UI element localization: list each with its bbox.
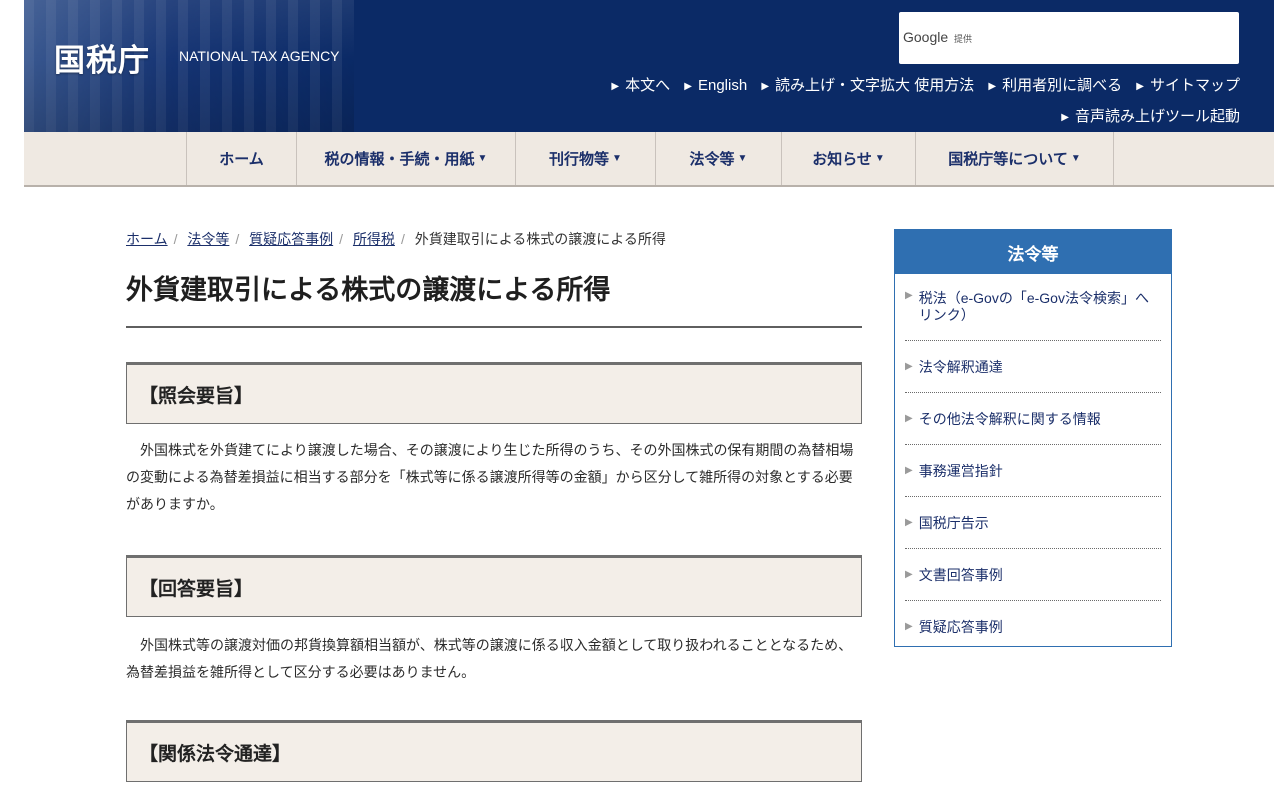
sidebar-item-written-answers[interactable]: ▶ 文書回答事例 (905, 549, 1161, 601)
chevron-right-icon: ▶ (905, 465, 913, 476)
section-heading-text: 【回答要旨】 (139, 579, 254, 600)
sidebar-item-label: 文書回答事例 (918, 566, 1003, 583)
sidebar-item-label: 質疑応答事例 (918, 618, 1003, 635)
section-heading-answer: 【回答要旨】 (126, 555, 862, 617)
link-sitemap[interactable]: サイトマップ (1136, 77, 1240, 94)
nav-label: ホーム (219, 151, 264, 168)
breadcrumb-income-tax[interactable]: 所得税 (353, 231, 395, 247)
site-header: 国税庁 NATIONAL TAX AGENCY Google 提供 本文へ En… (24, 0, 1274, 132)
sidebar-item-nta-notices[interactable]: ▶ 国税庁告示 (905, 497, 1161, 549)
global-nav: ホーム 税の情報・手続・用紙 ▼ 刊行物等 ▼ 法令等 ▼ お知らせ ▼ 国税庁… (24, 132, 1274, 187)
title-divider (126, 326, 862, 328)
sidebar-heading: 法令等 (895, 230, 1171, 274)
search-provided-label: 提供 (954, 34, 973, 44)
link-skip-to-content[interactable]: 本文へ (611, 77, 670, 94)
sidebar-item-label: 事務運営指針 (918, 462, 1003, 479)
breadcrumb-laws[interactable]: 法令等 (187, 231, 229, 247)
chevron-right-icon: ▶ (905, 290, 913, 301)
sidebar-item-administrative-guidelines[interactable]: ▶ 事務運営指針 (905, 445, 1161, 497)
section-heading-text: 【照会要旨】 (139, 386, 254, 407)
chevron-right-icon: ▶ (905, 569, 913, 580)
nav-item-home[interactable]: ホーム (187, 132, 297, 185)
breadcrumb-qa-cases[interactable]: 質疑応答事例 (249, 231, 333, 247)
nav-item-tax-info[interactable]: 税の情報・手続・用紙 ▼ (297, 132, 516, 185)
nav-label: 国税庁等について (948, 151, 1068, 168)
sidebar-item-label: 税法（e-Govの「e-Gov法令検索」へリンク） (918, 290, 1149, 323)
sidebar-item-other-interpretation[interactable]: ▶ その他法令解釈に関する情報 (905, 393, 1161, 445)
search-placeholder: Google 提供 (903, 29, 972, 45)
sidebar-item-tax-law-link[interactable]: ▶ 税法（e-Govの「e-Gov法令検索」へリンク） (905, 274, 1161, 341)
section-text-inquiry: 外国株式を外貨建てにより譲渡した場合、その譲渡により生じた所得のうち、その外国株… (126, 442, 854, 512)
section-heading-related-laws: 【関係法令通達】 (126, 720, 862, 782)
site-logo-subtitle: NATIONAL TAX AGENCY (179, 48, 340, 64)
chevron-down-icon: ▼ (1070, 153, 1081, 164)
link-read-aloud[interactable]: 読み上げ・文字拡大 使用方法 (761, 77, 974, 94)
nav-label: お知らせ (812, 151, 872, 168)
breadcrumb-home[interactable]: ホーム (126, 231, 168, 247)
nav-item-laws[interactable]: 法令等 ▼ (656, 132, 782, 185)
chevron-right-icon: ▶ (905, 413, 913, 424)
section-text-answer: 外国株式等の譲渡対価の邦貨換算額相当額が、株式等の譲渡に係る収入金額として取り扱… (126, 637, 853, 680)
search-input[interactable]: Google 提供 (899, 12, 1239, 64)
section-heading-text: 【関係法令通達】 (139, 744, 292, 765)
voice-tool-link[interactable]: 音声読み上げツール起動 (1061, 105, 1240, 126)
breadcrumb-current: 外貨建取引による株式の譲渡による所得 (414, 231, 666, 247)
nav-label: 刊行物等 (549, 151, 610, 168)
page-title: 外貨建取引による株式の譲渡による所得 (126, 275, 611, 305)
chevron-right-icon: ▶ (905, 621, 913, 632)
sidebar-item-label: 国税庁告示 (918, 514, 989, 531)
utility-links: 本文へ English 読み上げ・文字拡大 使用方法 利用者別に調べる サイトマ… (601, 74, 1240, 95)
section-heading-inquiry: 【照会要旨】 (126, 362, 862, 424)
chevron-down-icon: ▼ (477, 153, 488, 164)
sidebar-item-qa-cases[interactable]: ▶ 質疑応答事例 (905, 601, 1161, 652)
sidebar-item-label: その他法令解釈に関する情報 (918, 410, 1101, 427)
chevron-down-icon: ▼ (874, 153, 885, 164)
chevron-down-icon: ▼ (612, 153, 622, 164)
chevron-right-icon: ▶ (905, 517, 913, 528)
chevron-right-icon: ▶ (905, 361, 913, 372)
breadcrumb: ホーム / 法令等 / 質疑応答事例 / 所得税 / 外貨建取引による株式の譲渡による所… (126, 231, 666, 247)
sidebar-item-interpretive-circulars[interactable]: ▶ 法令解釈通達 (905, 341, 1161, 393)
site-logo[interactable]: 国税庁 (54, 35, 150, 80)
nav-item-publications[interactable]: 刊行物等 ▼ (516, 132, 656, 185)
nav-label: 法令等 (689, 151, 735, 168)
nav-item-news[interactable]: お知らせ ▼ (782, 132, 916, 185)
link-english[interactable]: English (684, 77, 747, 94)
sidebar-list: ▶ 税法（e-Govの「e-Gov法令検索」へリンク） ▶ 法令解釈通達 ▶ そ… (895, 274, 1171, 652)
sidebar-item-label: 法令解釈通達 (918, 358, 1003, 375)
chevron-down-icon: ▼ (737, 153, 748, 164)
link-by-user[interactable]: 利用者別に調べる (988, 77, 1122, 94)
nav-item-about[interactable]: 国税庁等について ▼ (916, 132, 1114, 185)
nav-label: 税の情報・手続・用紙 (324, 151, 475, 168)
google-brand: Google (903, 29, 949, 45)
global-nav-menu: ホーム 税の情報・手続・用紙 ▼ 刊行物等 ▼ 法令等 ▼ お知らせ ▼ 国税庁… (186, 132, 1114, 185)
sidebar: 法令等 ▶ 税法（e-Govの「e-Gov法令検索」へリンク） ▶ 法令解釈通達… (894, 229, 1172, 647)
